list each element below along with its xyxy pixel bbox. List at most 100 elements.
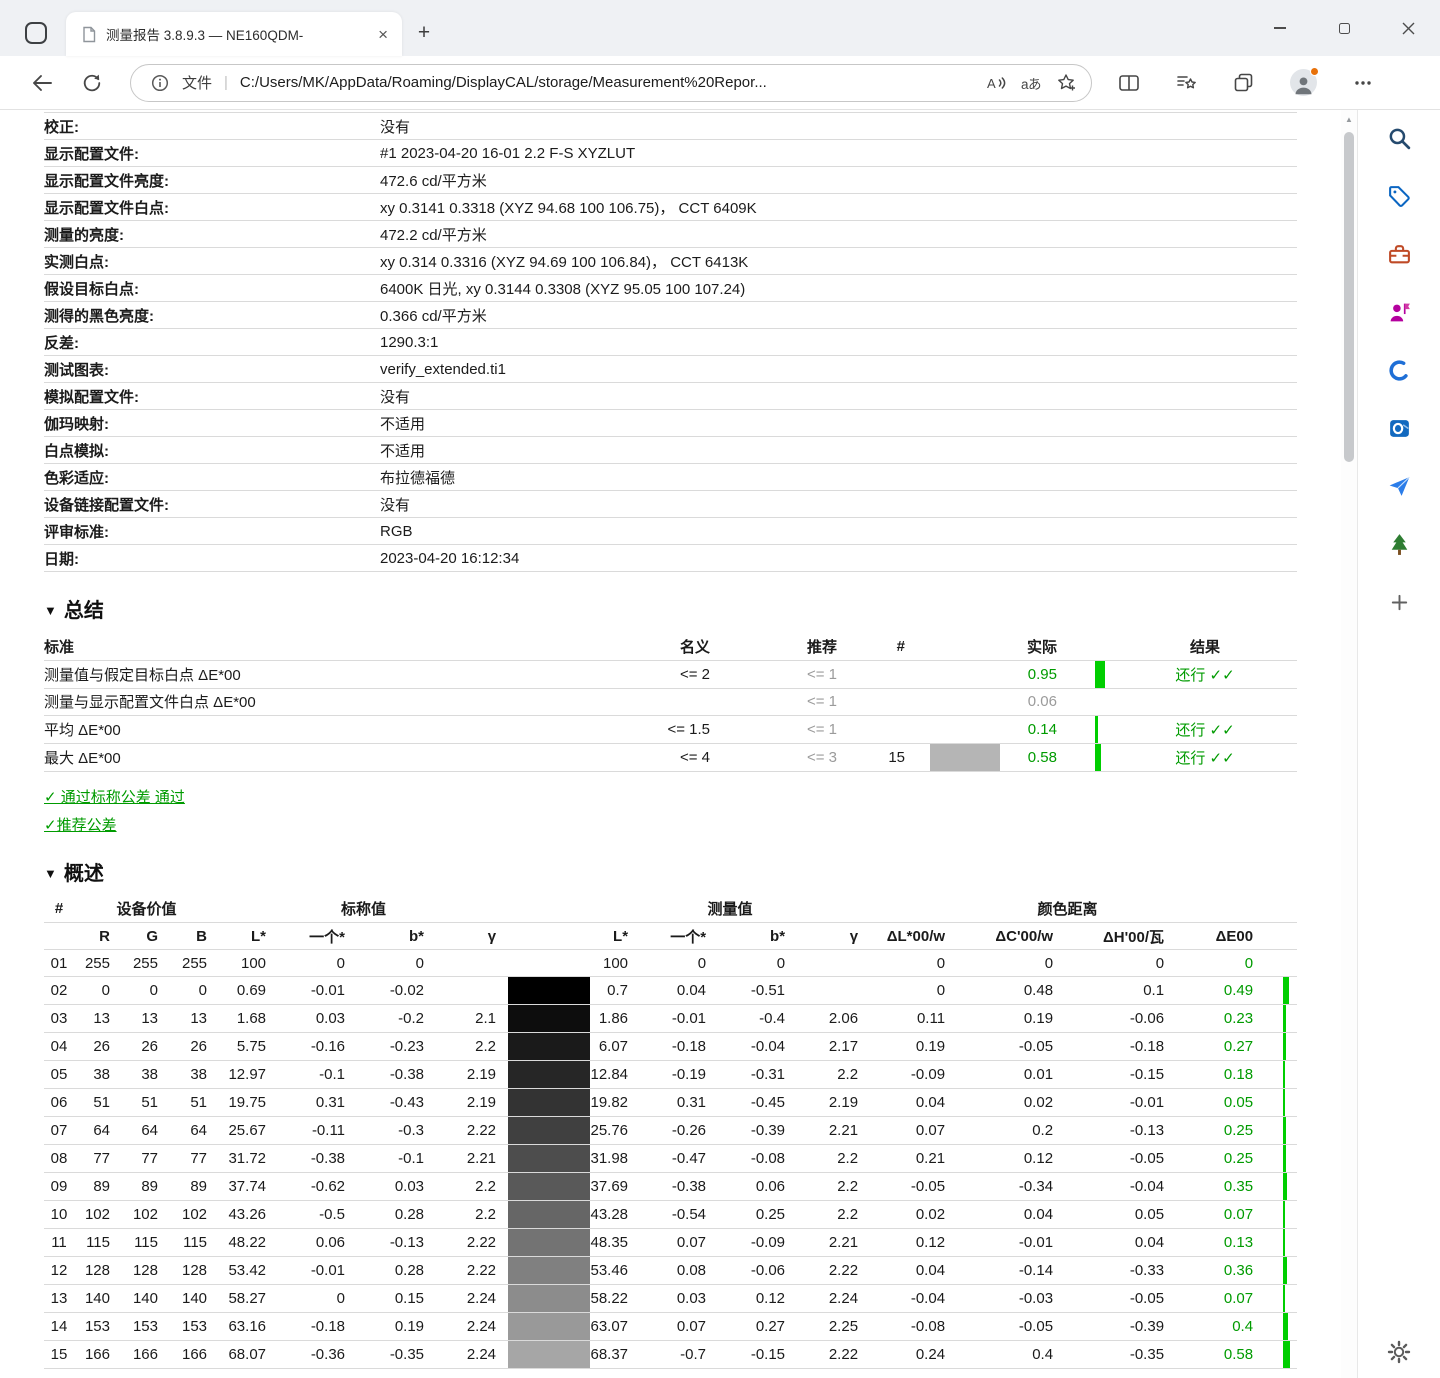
info-value: 不适用 (380, 410, 1297, 437)
info-label: 测得的黑色亮度: (44, 302, 380, 329)
col-header: γ (797, 923, 870, 950)
info-value: 没有 (380, 491, 1297, 518)
info-label: 伽玛映射: (44, 410, 380, 437)
col-header: 推荐 (722, 633, 849, 660)
delta-e-bar (1283, 1257, 1287, 1284)
gray-swatch (508, 1089, 590, 1117)
new-tab-button[interactable]: + (412, 22, 436, 46)
delta-e-value: 0.35 (1176, 1173, 1265, 1201)
scroll-up-icon[interactable]: ▲ (1341, 115, 1357, 124)
profile-avatar[interactable] (1290, 69, 1317, 96)
delta-e-bar (1283, 1173, 1287, 1200)
minimize-button[interactable] (1248, 0, 1312, 56)
scrollbar-thumb[interactable] (1344, 132, 1354, 462)
info-value: 472.6 cd/平方米 (380, 167, 1297, 194)
favorites-icon[interactable] (1176, 73, 1197, 92)
tools-icon[interactable] (1379, 234, 1419, 274)
info-row: 显示配置文件:#1 2023-04-20 16-01 2.2 F-S XYZLU… (44, 140, 1297, 167)
microsoft-365-icon[interactable] (1379, 350, 1419, 390)
address-bar[interactable]: 文件 | C:/Users/MK/AppData/Roaming/Display… (130, 64, 1092, 102)
tab-strip: 测量报告 3.8.9.3 — NE160QDM- × + (0, 0, 1440, 56)
summary-section-title[interactable]: ▼总结 (44, 594, 1341, 623)
delta-e-bar (1283, 1033, 1286, 1060)
overview-row: 1314014014058.2700.152.2458.220.030.122.… (44, 1285, 1297, 1313)
summary-header-row: 标准 名义 推荐 # 实际 结果 (44, 633, 1297, 660)
delta-e-bar (1283, 1145, 1286, 1172)
actual-value: 0.06 (1009, 688, 1069, 715)
shopping-icon[interactable] (1379, 176, 1419, 216)
summary-row: 最大 ΔE*00<= 4<= 3150.58还行 ✓✓ (44, 743, 1297, 771)
overview-row: 1516616616668.07-0.36-0.352.2468.37-0.7-… (44, 1341, 1297, 1369)
result-value: 还行 ✓✓ (1113, 743, 1297, 771)
gray-swatch (508, 1033, 590, 1061)
delta-e-value: 0.07 (1176, 1285, 1265, 1313)
overview-section-title[interactable]: ▼概述 (44, 857, 1341, 886)
vertical-scrollbar[interactable]: ▲ (1341, 110, 1357, 1378)
info-label: 日期: (44, 545, 380, 572)
tab-close-icon[interactable]: × (374, 24, 392, 45)
actual-bar (1095, 716, 1098, 743)
col-header: L* (219, 923, 278, 950)
col-header: ΔE00 (1176, 923, 1265, 950)
info-row: 评审标准:RGB (44, 518, 1297, 545)
workspaces-icon[interactable] (25, 22, 47, 44)
url-text[interactable]: C:/Users/MK/AppData/Roaming/DisplayCAL/s… (240, 74, 974, 91)
settings-gear-icon[interactable] (1379, 1332, 1419, 1372)
col-header: B (170, 923, 219, 950)
col-header: b* (718, 923, 797, 950)
gray-swatch (508, 1341, 590, 1369)
info-label: 实测白点: (44, 248, 380, 275)
gray-swatch (508, 1285, 590, 1313)
maximize-button[interactable] (1312, 0, 1376, 56)
drop-icon[interactable] (1379, 466, 1419, 506)
gray-swatch (508, 1201, 590, 1229)
overview-row: 020000.69-0.01-0.020.70.04-0.5100.480.10… (44, 977, 1297, 1005)
delta-e-bar (1283, 1061, 1285, 1088)
info-value: xy 0.3141 0.3318 (XYZ 94.68 100 106.75)，… (380, 194, 1297, 221)
overview-table: # 设备价值 标称值 测量值 颜色距离 R G B L* 一个* b* γ (44, 896, 1297, 1370)
split-screen-icon[interactable] (1118, 73, 1140, 93)
delta-e-value: 0.07 (1176, 1201, 1265, 1229)
nominal-pass-line[interactable]: ✓ 通过标称公差 通过 (44, 786, 185, 807)
col-header: b* (357, 923, 436, 950)
browser-tab[interactable]: 测量报告 3.8.9.3 — NE160QDM- × (66, 12, 402, 56)
browser-toolbar: 文件 | C:/Users/MK/AppData/Roaming/Display… (0, 56, 1440, 110)
recommended-pass-line[interactable]: ✓推荐公差 (44, 814, 117, 835)
col-header: 实际 (1009, 633, 1069, 660)
rewards-icon[interactable] (1379, 292, 1419, 332)
gray-swatch (508, 977, 590, 1005)
more-options-icon[interactable] (1353, 73, 1373, 93)
gray-swatch (508, 1005, 590, 1033)
back-icon[interactable] (26, 67, 58, 99)
info-row: 反差:1290.3:1 (44, 329, 1297, 356)
summary-row: 测量与显示配置文件白点 ΔE*00<= 10.06 (44, 688, 1297, 715)
collections-icon[interactable] (1233, 72, 1254, 93)
translate-icon[interactable]: aあ (1018, 70, 1044, 96)
col-header: # (44, 896, 74, 923)
info-row: 测量的亮度:472.2 cd/平方米 (44, 221, 1297, 248)
outlook-icon[interactable] (1379, 408, 1419, 448)
page-info-icon[interactable] (147, 70, 173, 96)
info-row: 显示配置文件亮度:472.6 cd/平方米 (44, 167, 1297, 194)
info-label: 测量的亮度: (44, 221, 380, 248)
close-window-button[interactable] (1376, 0, 1440, 56)
collapse-triangle-icon[interactable]: ▼ (44, 866, 57, 881)
overview-row: 0877777731.72-0.38-0.12.2131.98-0.47-0.0… (44, 1145, 1297, 1173)
gray-swatch (508, 1117, 590, 1145)
delta-e-bar (1283, 1285, 1285, 1312)
info-value: 2023-04-20 16:12:34 (380, 545, 1297, 572)
overview-col-header-row: R G B L* 一个* b* γ L* 一个* b* γ ΔL*00/w ΔC… (44, 923, 1297, 950)
info-value: 1290.3:1 (380, 329, 1297, 356)
collapse-triangle-icon[interactable]: ▼ (44, 603, 57, 618)
col-header: R (74, 923, 122, 950)
add-favorite-icon[interactable] (1053, 70, 1079, 96)
actual-value: 0.58 (1009, 743, 1069, 771)
refresh-icon[interactable] (76, 67, 108, 99)
tree-icon[interactable] (1379, 524, 1419, 564)
info-label: 设备链接配置文件: (44, 491, 380, 518)
read-aloud-icon[interactable]: A (983, 70, 1009, 96)
add-to-sidebar-icon[interactable] (1379, 582, 1419, 622)
search-icon[interactable] (1379, 118, 1419, 158)
info-value: RGB (380, 518, 1297, 545)
result-value (1113, 688, 1297, 715)
